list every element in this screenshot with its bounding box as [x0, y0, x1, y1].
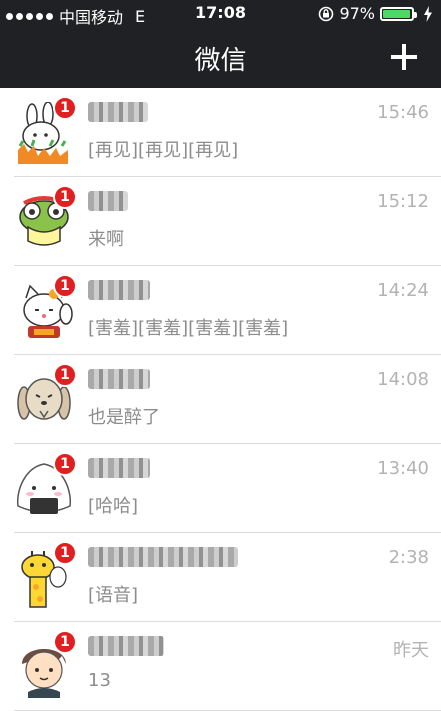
- status-bar: 中国移动 E 17:08 97%: [0, 0, 441, 27]
- contact-name-blurred: [88, 280, 153, 302]
- contact-name-blurred: [88, 547, 241, 569]
- chat-time: 15:12: [377, 191, 429, 212]
- nav-bar: 微信: [0, 26, 441, 88]
- contact-name-blurred: [88, 458, 153, 480]
- unread-badge: 1: [53, 541, 77, 565]
- unread-badge: 1: [53, 363, 77, 387]
- contact-name-blurred: [88, 369, 153, 391]
- chat-time: 15:46: [377, 102, 429, 123]
- chat-row[interactable]: 1 昨天 13: [0, 622, 441, 711]
- unread-badge: 1: [53, 96, 77, 120]
- chat-list: 1 15:46 [再见][再见][再见] 1 15:12 来啊 1 14:24 [害羞][害羞]…: [0, 88, 441, 711]
- unread-badge: 1: [53, 185, 77, 209]
- status-right: 97%: [318, 4, 433, 23]
- contact-name-blurred: [88, 636, 167, 658]
- rotation-lock-icon: [319, 6, 334, 21]
- chat-time: 昨天: [393, 640, 429, 661]
- contact-name-blurred: [88, 102, 151, 124]
- charging-icon: [424, 5, 432, 22]
- last-message: 来啊: [88, 229, 124, 250]
- unread-badge: 1: [53, 630, 77, 654]
- chat-row[interactable]: 1 2:38 [语音]: [0, 533, 441, 622]
- chat-row[interactable]: 1 15:12 来啊: [0, 177, 441, 266]
- page-title: 微信: [194, 46, 247, 76]
- battery-icon: [380, 6, 417, 21]
- chat-time: 14:08: [377, 369, 429, 390]
- chat-row[interactable]: 1 15:46 [再见][再见][再见]: [0, 88, 441, 177]
- plus-icon[interactable]: [389, 42, 419, 72]
- last-message: 也是醉了: [88, 407, 160, 428]
- chat-row[interactable]: 1 13:40 [哈哈]: [0, 444, 441, 533]
- last-message: [哈哈]: [88, 496, 139, 517]
- chat-row[interactable]: 1 14:24 [害羞][害羞][害羞][害羞]: [0, 266, 441, 355]
- unread-badge: 1: [53, 452, 77, 476]
- battery-fill: [383, 9, 411, 18]
- battery-percent: 97%: [339, 4, 375, 23]
- last-message: [害羞][害羞][害羞][害羞]: [88, 318, 289, 339]
- chat-time: 2:38: [388, 547, 429, 568]
- contact-name-blurred: [88, 191, 131, 213]
- chat-time: 14:24: [377, 280, 429, 301]
- last-message: [语音]: [88, 585, 139, 606]
- last-message: [再见][再见][再见]: [88, 140, 239, 161]
- chat-row[interactable]: 1 14:08 也是醉了: [0, 355, 441, 444]
- chat-time: 13:40: [377, 458, 429, 479]
- unread-badge: 1: [53, 274, 77, 298]
